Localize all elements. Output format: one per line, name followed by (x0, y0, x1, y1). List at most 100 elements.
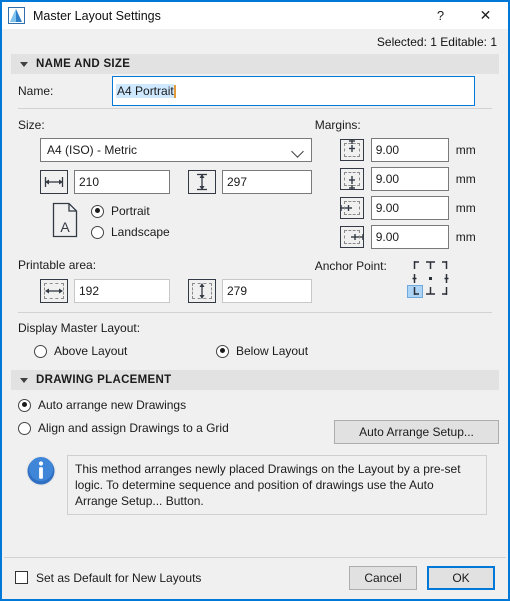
margin-left-unit: mm (455, 201, 476, 215)
ok-button[interactable]: OK (427, 565, 495, 590)
printable-width-input (74, 279, 170, 303)
printable-area-column: Printable area: (11, 258, 315, 303)
anchor-cell-top-left[interactable] (407, 259, 423, 272)
name-input-value: A4 Portrait (116, 84, 174, 98)
svg-text:A: A (60, 219, 70, 235)
cancel-button[interactable]: Cancel (349, 565, 417, 590)
auto-arrange-radio[interactable] (18, 398, 31, 412)
margin-top-unit: mm (455, 143, 476, 157)
margin-left-icon (339, 197, 364, 219)
width-input[interactable] (74, 170, 170, 194)
anchor-cell-bottom-left[interactable] (406, 285, 423, 298)
section-header-name-and-size[interactable]: NAME AND SIZE (11, 54, 499, 74)
close-icon[interactable]: ✕ (463, 3, 508, 28)
anchor-cell-bottom-right[interactable] (439, 285, 455, 298)
dialog-footer: Set as Default for New Layouts Cancel OK (4, 557, 506, 597)
align-grid-label: Align and assign Drawings to a Grid (38, 421, 229, 435)
help-button[interactable]: ? (418, 3, 463, 28)
display-above-option[interactable]: Above Layout (18, 344, 216, 358)
height-input[interactable] (222, 170, 312, 194)
anchor-cell-top-right[interactable] (439, 259, 455, 272)
title-bar: Master Layout Settings ? ✕ (2, 2, 508, 29)
collapse-triangle-icon-2 (20, 377, 28, 383)
margin-bottom-row: mm (315, 162, 499, 191)
margin-right-icon (339, 226, 364, 248)
anchor-cell-middle-right[interactable] (439, 272, 455, 285)
size-label: Size: (18, 118, 45, 132)
anchor-cell-bottom-center[interactable] (423, 285, 439, 298)
align-grid-radio[interactable] (18, 421, 31, 435)
margin-top-input[interactable] (370, 138, 449, 162)
size-column: Size: A4 (ISO) - Metric 210 297 A Portra… (11, 118, 315, 249)
margin-right-input[interactable] (370, 225, 449, 249)
margin-right-unit: mm (455, 230, 476, 244)
margin-bottom-unit: mm (455, 172, 476, 186)
margins-column: Margins: mm (315, 118, 499, 249)
name-label: Name: (18, 84, 54, 98)
section-title-name-and-size: NAME AND SIZE (36, 58, 131, 70)
margin-top-icon (339, 139, 364, 161)
display-master-options: Above Layout Below Layout (18, 335, 499, 358)
name-input[interactable]: A4 Portrait (112, 76, 475, 106)
section-title-drawing-placement: DRAWING PLACEMENT (36, 374, 172, 386)
margin-bottom-icon (339, 168, 364, 190)
printable-width-icon (40, 279, 68, 303)
display-above-radio[interactable] (34, 344, 47, 358)
orientation-row: A Portrait Landscape (11, 194, 315, 241)
width-icon (40, 170, 68, 194)
text-caret (173, 84, 176, 98)
orientation-portrait-label: Portrait (111, 204, 150, 218)
printable-area-label: Printable area: (18, 258, 97, 272)
chevron-down-icon (291, 145, 304, 158)
display-above-label: Above Layout (54, 344, 128, 358)
display-master-label: Display Master Layout: (18, 321, 141, 335)
orientation-landscape-option[interactable]: Landscape (91, 225, 170, 239)
placement-options: Auto arrange new Drawings Align and assi… (11, 398, 334, 444)
orientation-landscape-radio[interactable] (91, 225, 104, 239)
page-orientation-icon: A (51, 202, 79, 241)
display-master-block: Display Master Layout: Above Layout Belo… (11, 313, 499, 358)
margin-right-row: mm (315, 220, 499, 249)
window-title: Master Layout Settings (33, 8, 161, 23)
paper-size-select[interactable]: A4 (ISO) - Metric (40, 138, 312, 162)
margin-left-row: mm (315, 191, 499, 220)
master-layout-settings-dialog: Master Layout Settings ? ✕ Selected: 1 E… (0, 0, 510, 601)
auto-arrange-option[interactable]: Auto arrange new Drawings (18, 398, 334, 412)
size-and-margins-block: Size: A4 (ISO) - Metric 210 297 A Portra… (11, 109, 499, 249)
printable-height-input (222, 279, 312, 303)
info-block: This method arranges newly placed Drawin… (11, 444, 499, 515)
display-below-option[interactable]: Below Layout (216, 344, 308, 358)
height-icon (188, 170, 216, 194)
printable-area-block: Printable area: 192 279 Anchor Point: (11, 249, 499, 303)
set-default-checkbox[interactable] (15, 571, 28, 584)
margin-left-input[interactable] (370, 196, 449, 220)
collapse-triangle-icon (20, 61, 28, 67)
name-row: Name: A4 Portrait (11, 74, 499, 108)
anchor-point-grid[interactable] (406, 259, 455, 303)
anchor-point-label: Anchor Point: (314, 259, 387, 273)
auto-arrange-label: Auto arrange new Drawings (38, 398, 187, 412)
drawing-placement-block: Auto arrange new Drawings Align and assi… (11, 390, 499, 444)
archicad-layout-icon (8, 7, 25, 24)
orientation-portrait-option[interactable]: Portrait (91, 204, 170, 218)
auto-arrange-setup-button[interactable]: Auto Arrange Setup... (334, 420, 499, 444)
display-below-label: Below Layout (236, 344, 309, 358)
orientation-options: Portrait Landscape (91, 202, 170, 239)
printable-dimension-row (11, 272, 315, 303)
set-default-checkbox-row[interactable]: Set as Default for New Layouts (15, 571, 349, 585)
set-default-label: Set as Default for New Layouts (36, 570, 202, 585)
margin-top-row: mm (315, 132, 499, 162)
info-text: This method arranges newly placed Drawin… (67, 455, 487, 515)
dimension-row (11, 162, 315, 194)
align-grid-option[interactable]: Align and assign Drawings to a Grid (18, 421, 334, 435)
anchor-cell-center[interactable] (423, 272, 439, 285)
setup-button-wrap: Auto Arrange Setup... (334, 398, 499, 444)
selection-status: Selected: 1 Editable: 1 (2, 29, 508, 54)
size-preset-row: A4 (ISO) - Metric (11, 132, 315, 162)
display-below-radio[interactable] (216, 344, 229, 358)
section-header-drawing-placement[interactable]: DRAWING PLACEMENT (11, 370, 499, 390)
orientation-portrait-radio[interactable] (91, 204, 104, 218)
margin-bottom-input[interactable] (370, 167, 449, 191)
anchor-cell-top-center[interactable] (423, 259, 439, 272)
anchor-cell-middle-left[interactable] (407, 272, 423, 285)
